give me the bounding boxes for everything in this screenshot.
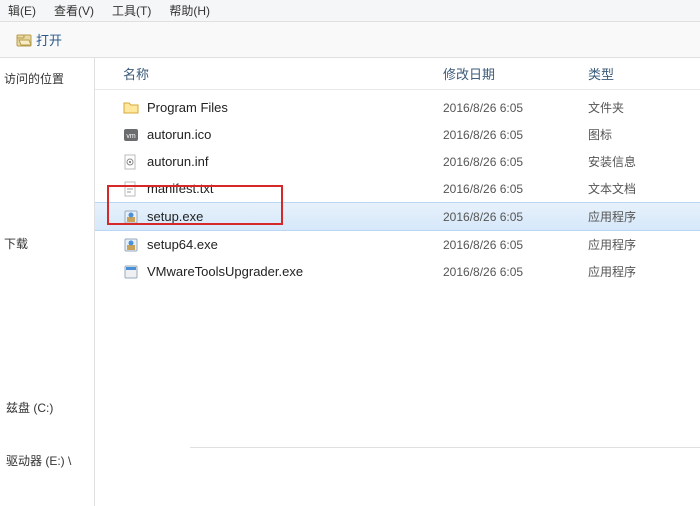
txt-icon: [123, 181, 139, 197]
file-type-cell: 图标: [588, 126, 700, 143]
sidebar-recent[interactable]: 访问的位置: [2, 66, 92, 91]
file-rows: Program Files2016/8/26 6:05文件夹vmautorun.…: [95, 90, 700, 285]
open-button[interactable]: 打开: [12, 28, 66, 51]
file-date-cell: 2016/8/26 6:05: [443, 155, 588, 169]
inf-icon: [123, 154, 139, 170]
sidebar-downloads[interactable]: 下载: [2, 231, 92, 256]
menu-edit[interactable]: 辑(E): [8, 2, 36, 19]
file-row[interactable]: setup.exe 2016/8/26 6:05应用程序: [95, 202, 700, 231]
file-name-label: VMwareToolsUpgrader.exe: [147, 264, 303, 279]
file-type-cell: 应用程序: [588, 263, 700, 280]
open-icon: [16, 32, 32, 48]
menu-bar: 辑(E) 查看(V) 工具(T) 帮助(H): [0, 0, 700, 22]
file-name-label: autorun.inf: [147, 154, 208, 169]
installer-icon: [123, 237, 139, 253]
file-row[interactable]: Program Files 2016/8/26 6:05文件夹: [95, 94, 700, 121]
file-row[interactable]: autorun.inf 2016/8/26 6:05安装信息: [95, 148, 700, 175]
sidebar-drive-e[interactable]: 驱动器 (E:) \: [2, 449, 92, 472]
file-name-cell: Program Files: [123, 100, 443, 116]
file-name-cell: manifest.txt: [123, 181, 443, 197]
file-date-cell: 2016/8/26 6:05: [443, 101, 588, 115]
sidebar-drive-e-label: 驱动器 (E:) \: [6, 452, 71, 469]
sidebar-disk-c-label: 兹盘 (C:): [6, 399, 53, 416]
file-row[interactable]: manifest.txt 2016/8/26 6:05文本文档: [95, 175, 700, 202]
vm-icon: vm: [123, 127, 139, 143]
file-type-cell: 应用程序: [588, 236, 700, 253]
file-name-cell: setup64.exe: [123, 237, 443, 253]
file-type-cell: 文本文档: [588, 180, 700, 197]
col-name[interactable]: 名称: [123, 64, 443, 83]
file-name-cell: setup.exe: [123, 209, 443, 225]
file-type-cell: 文件夹: [588, 99, 700, 116]
sidebar: 访问的位置 下载 兹盘 (C:) 驱动器 (E:) \: [0, 58, 95, 506]
file-type-cell: 应用程序: [588, 208, 700, 225]
file-date-cell: 2016/8/26 6:05: [443, 182, 588, 196]
menu-view[interactable]: 查看(V): [54, 2, 94, 19]
file-date-cell: 2016/8/26 6:05: [443, 210, 588, 224]
file-name-label: setup64.exe: [147, 237, 218, 252]
file-name-label: manifest.txt: [147, 181, 213, 196]
file-type-cell: 安装信息: [588, 153, 700, 170]
file-list-pane: 名称 修改日期 类型 Program Files2016/8/26 6:05文件…: [95, 58, 700, 506]
file-date-cell: 2016/8/26 6:05: [443, 265, 588, 279]
svg-text:vm: vm: [126, 133, 136, 140]
open-label: 打开: [36, 30, 62, 49]
file-name-cell: autorun.inf: [123, 154, 443, 170]
divider: [190, 447, 700, 448]
file-name-cell: vm autorun.ico: [123, 127, 443, 143]
col-date[interactable]: 修改日期: [443, 64, 588, 83]
exe-icon: [123, 264, 139, 280]
file-date-cell: 2016/8/26 6:05: [443, 238, 588, 252]
file-row[interactable]: setup64.exe 2016/8/26 6:05应用程序: [95, 231, 700, 258]
file-row[interactable]: vm autorun.ico 2016/8/26 6:05图标: [95, 121, 700, 148]
col-type[interactable]: 类型: [588, 64, 700, 83]
column-headers: 名称 修改日期 类型: [95, 58, 700, 90]
file-name-label: autorun.ico: [147, 127, 211, 142]
menu-help[interactable]: 帮助(H): [169, 2, 210, 19]
sidebar-disk-c[interactable]: 兹盘 (C:): [2, 396, 92, 419]
folder-icon: [123, 100, 139, 116]
menu-tools[interactable]: 工具(T): [112, 2, 151, 19]
file-date-cell: 2016/8/26 6:05: [443, 128, 588, 142]
file-name-label: Program Files: [147, 100, 228, 115]
installer-icon: [123, 209, 139, 225]
file-row[interactable]: VMwareToolsUpgrader.exe 2016/8/26 6:05应用程…: [95, 258, 700, 285]
file-name-label: setup.exe: [147, 209, 203, 224]
file-name-cell: VMwareToolsUpgrader.exe: [123, 264, 443, 280]
toolbar: 打开: [0, 22, 700, 58]
